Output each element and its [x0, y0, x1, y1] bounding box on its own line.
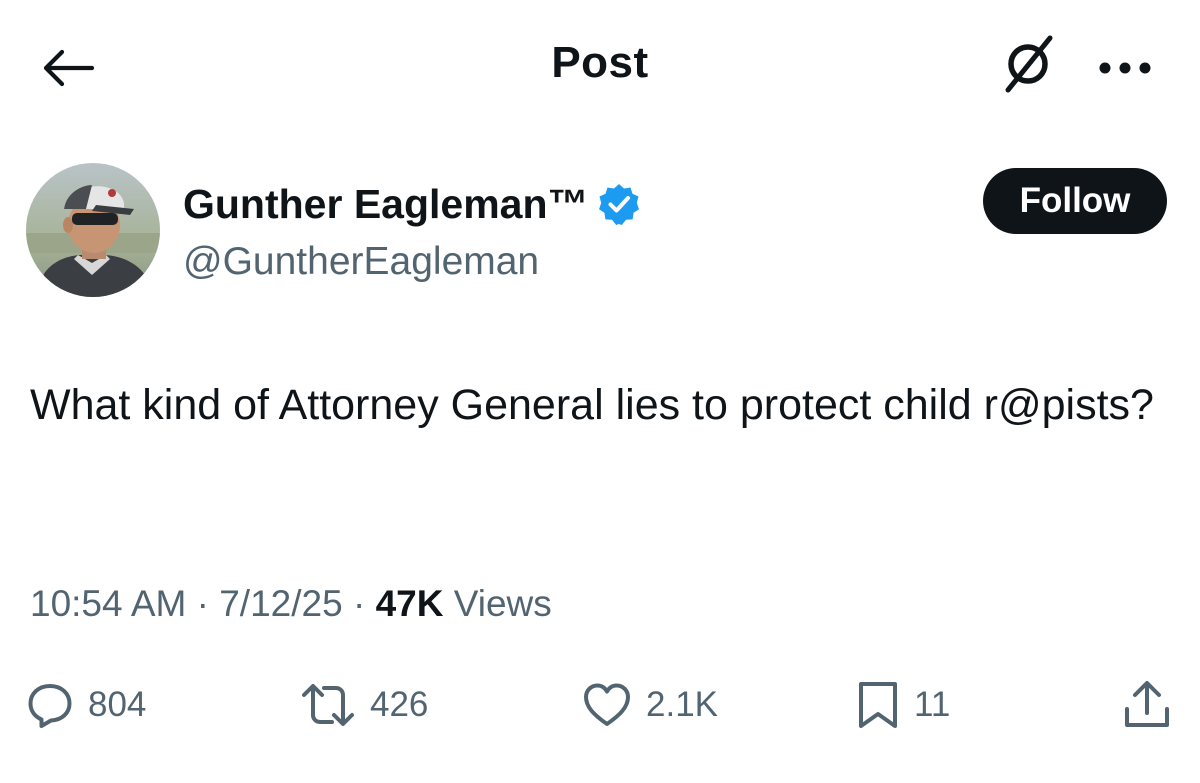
- share-icon: [1122, 679, 1172, 731]
- repost-button[interactable]: 426: [300, 670, 428, 740]
- post-metadata: 10:54 AM · 7/12/25 · 47K Views: [30, 583, 552, 625]
- bookmark-count: 11: [914, 685, 951, 724]
- follow-button[interactable]: Follow: [983, 168, 1167, 234]
- meta-separator: ·: [196, 583, 209, 624]
- more-options-button[interactable]: [1090, 40, 1160, 96]
- grok-button[interactable]: [996, 30, 1060, 98]
- repost-count: 426: [370, 685, 429, 724]
- grok-icon: [998, 32, 1058, 96]
- share-button[interactable]: [1122, 670, 1172, 740]
- repost-icon: [300, 681, 356, 729]
- author-name-row[interactable]: Gunther Eagleman™: [183, 178, 641, 230]
- post-time[interactable]: 10:54 AM: [30, 583, 186, 624]
- verified-badge-icon: [597, 182, 641, 226]
- like-button[interactable]: 2.1K: [582, 670, 718, 740]
- top-bar: Post: [0, 0, 1200, 132]
- heart-icon: [582, 682, 632, 728]
- avatar[interactable]: [26, 163, 160, 297]
- action-bar: 804 426 2.1K 11: [0, 670, 1200, 740]
- reply-count: 804: [88, 685, 147, 724]
- post-text: What kind of Attorney General lies to pr…: [30, 381, 1154, 429]
- more-horizontal-icon: [1097, 61, 1153, 75]
- views-label[interactable]: Views: [454, 583, 552, 624]
- views-count[interactable]: 47K: [376, 583, 444, 624]
- bookmark-icon: [856, 680, 900, 730]
- meta-separator: ·: [352, 583, 366, 624]
- reply-icon: [26, 681, 74, 729]
- author-header: Gunther Eagleman™ @GuntherEagleman Follo…: [0, 150, 1200, 320]
- bookmark-button[interactable]: 11: [856, 670, 950, 740]
- like-count: 2.1K: [646, 685, 718, 724]
- reply-button[interactable]: 804: [26, 670, 146, 740]
- user-handle[interactable]: @GuntherEagleman: [183, 240, 539, 284]
- post-date[interactable]: 7/12/25: [219, 583, 342, 624]
- display-name[interactable]: Gunther Eagleman™: [183, 181, 589, 228]
